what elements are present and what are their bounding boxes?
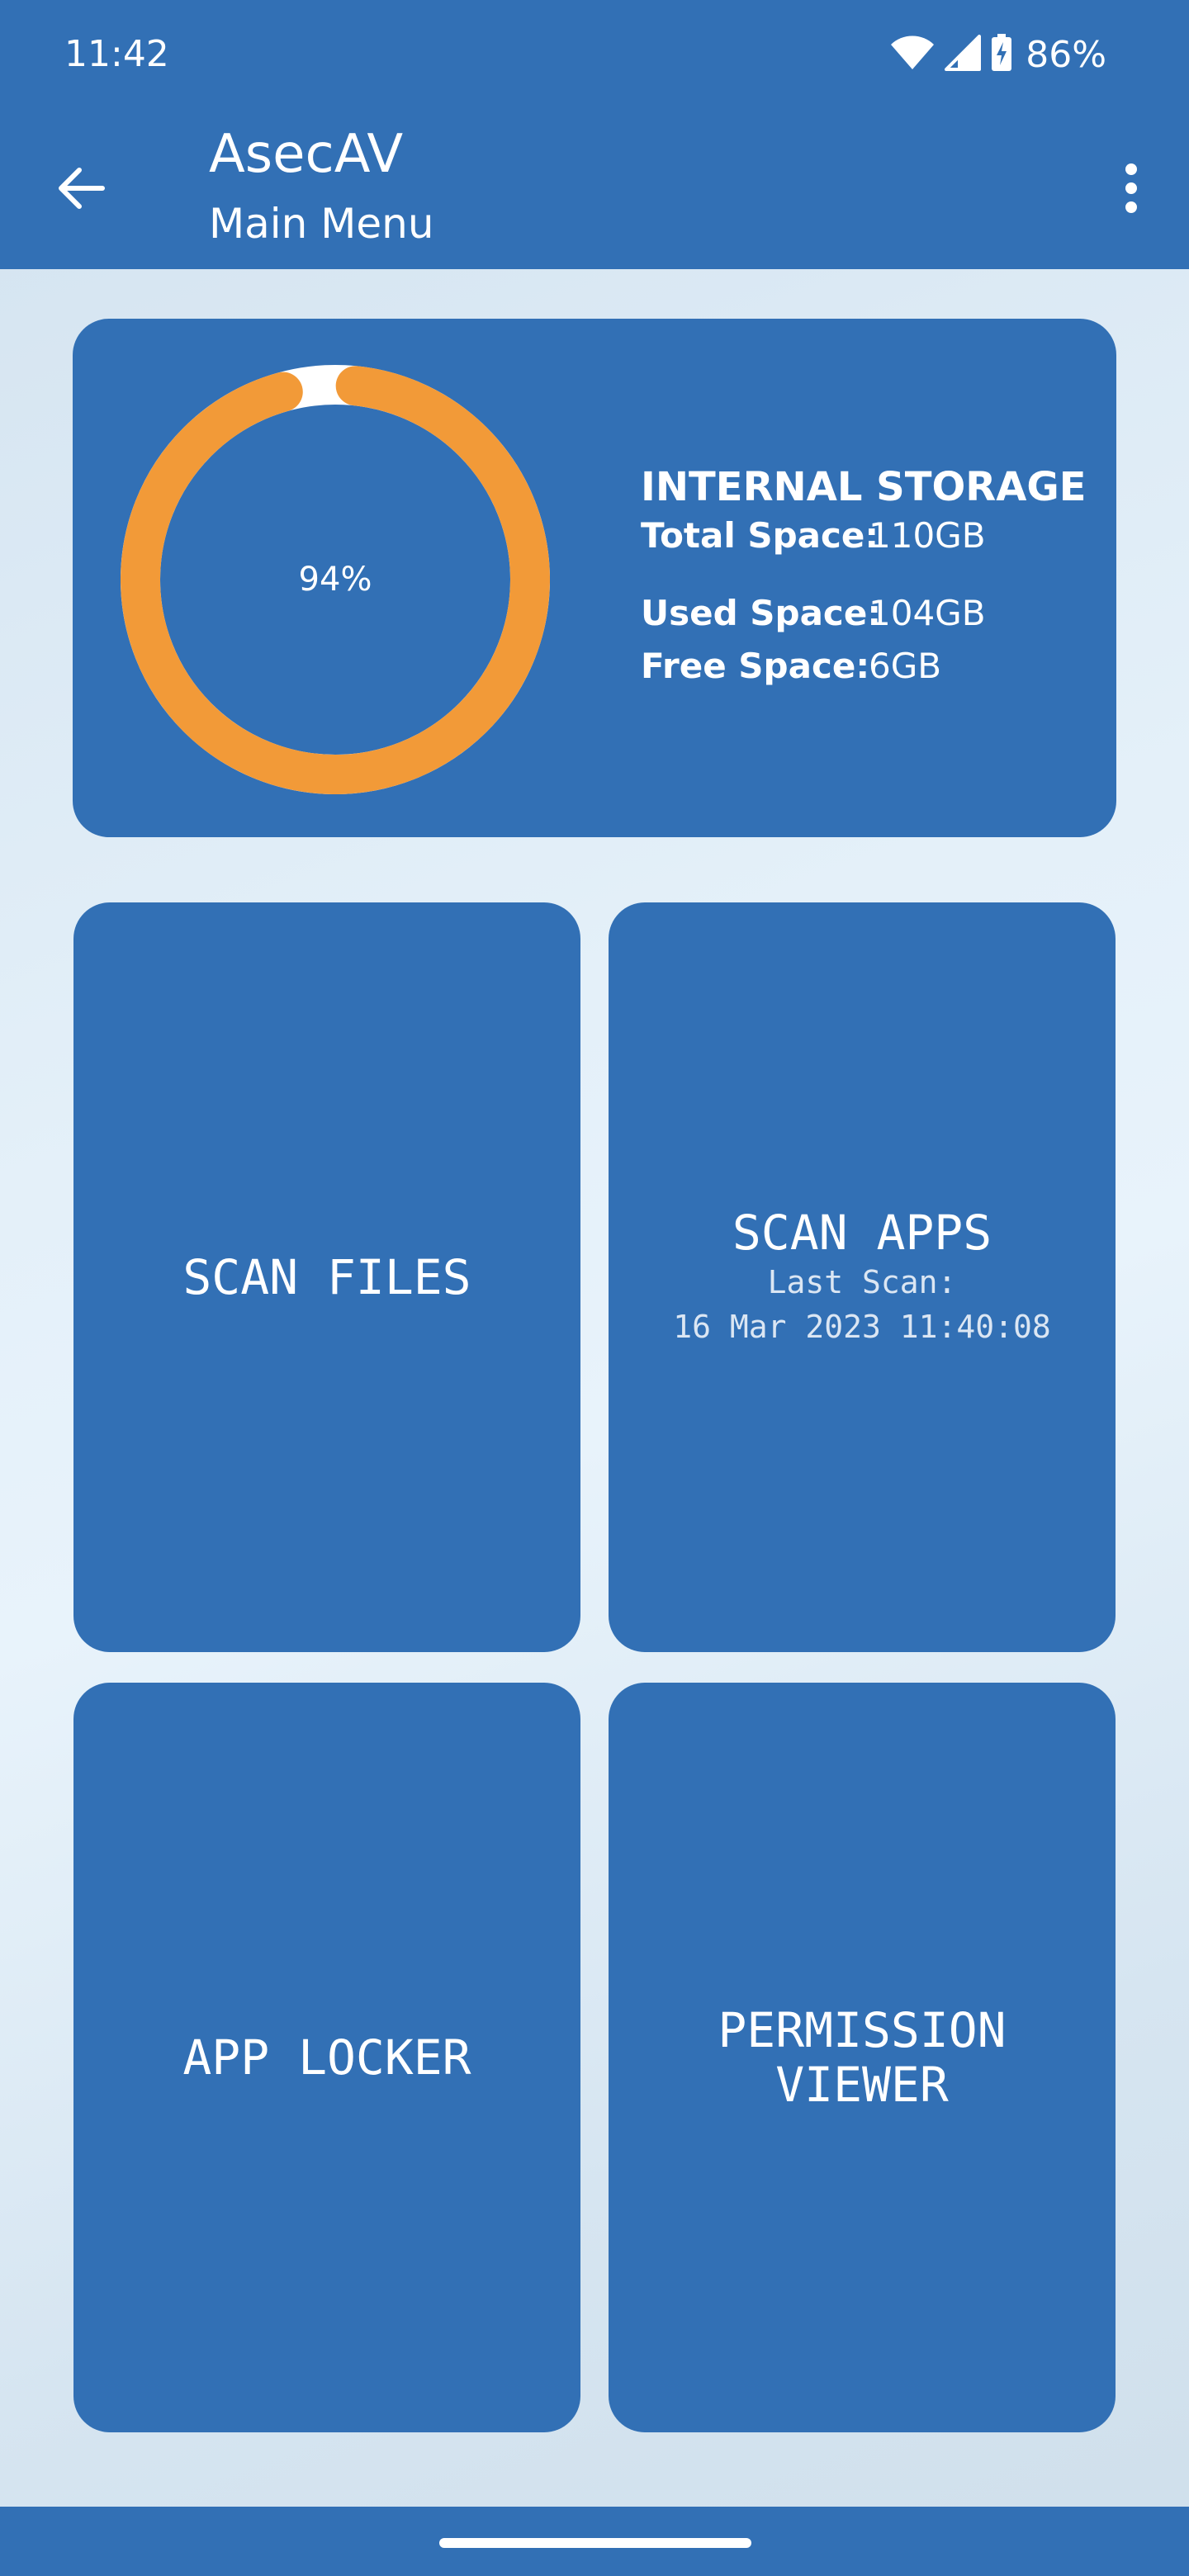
- back-button[interactable]: [48, 157, 114, 223]
- used-space-label: Used Space:: [641, 593, 882, 633]
- status-icons: 86%: [890, 30, 1106, 79]
- last-scan-value: 16 Mar 2023 11:40:08: [673, 1309, 1051, 1345]
- app-title: AsecAV: [209, 124, 404, 185]
- scan-files-label: SCAN FILES: [182, 1249, 471, 1305]
- scan-apps-label: SCAN APPS: [732, 1205, 992, 1261]
- wifi-icon: [890, 35, 935, 75]
- app-subtitle: Main Menu: [209, 200, 434, 248]
- storage-card: 94% INTERNAL STORAGE Total Space: 110GB …: [73, 319, 1116, 837]
- total-space-row: Total Space: 110GB: [641, 515, 1103, 568]
- storage-heading: INTERNAL STORAGE: [641, 464, 1087, 510]
- permission-viewer-label-line2: VIEWER: [775, 2057, 949, 2113]
- signal-icon: [945, 34, 982, 75]
- free-space-value: 6GB: [869, 646, 942, 686]
- permission-viewer-button[interactable]: PERMISSION VIEWER: [609, 1683, 1116, 2432]
- used-space-row: Used Space: 104GB: [641, 593, 1103, 646]
- last-scan-label: Last Scan:: [767, 1264, 957, 1300]
- battery-charging-icon: [991, 33, 1012, 76]
- app-locker-label: APP LOCKER: [182, 2029, 471, 2086]
- status-time: 11:42: [64, 33, 169, 75]
- used-space-value: 104GB: [869, 593, 986, 633]
- scan-apps-button[interactable]: SCAN APPS Last Scan: 16 Mar 2023 11:40:0…: [609, 902, 1116, 1652]
- arrow-left-icon: [56, 163, 106, 217]
- free-space-label: Free Space:: [641, 646, 870, 686]
- overflow-menu-button[interactable]: [1098, 157, 1164, 223]
- app-bar: 11:42 86% AsecAV Main Menu: [0, 0, 1189, 269]
- app-locker-button[interactable]: APP LOCKER: [73, 1683, 580, 2432]
- system-navigation-bar: [0, 2507, 1189, 2576]
- storage-percent-label: 94%: [298, 561, 372, 599]
- home-gesture-handle[interactable]: [439, 2538, 751, 2548]
- free-space-row: Free Space: 6GB: [641, 646, 1103, 698]
- battery-percent: 86%: [1026, 33, 1106, 76]
- storage-info: INTERNAL STORAGE Total Space: 110GB Used…: [641, 464, 1103, 698]
- scan-files-button[interactable]: SCAN FILES: [73, 902, 580, 1652]
- permission-viewer-label-line1: PERMISSION: [718, 2002, 1007, 2058]
- total-space-value: 110GB: [869, 515, 986, 556]
- more-vertical-icon: [1123, 163, 1139, 218]
- total-space-label: Total Space:: [641, 515, 879, 556]
